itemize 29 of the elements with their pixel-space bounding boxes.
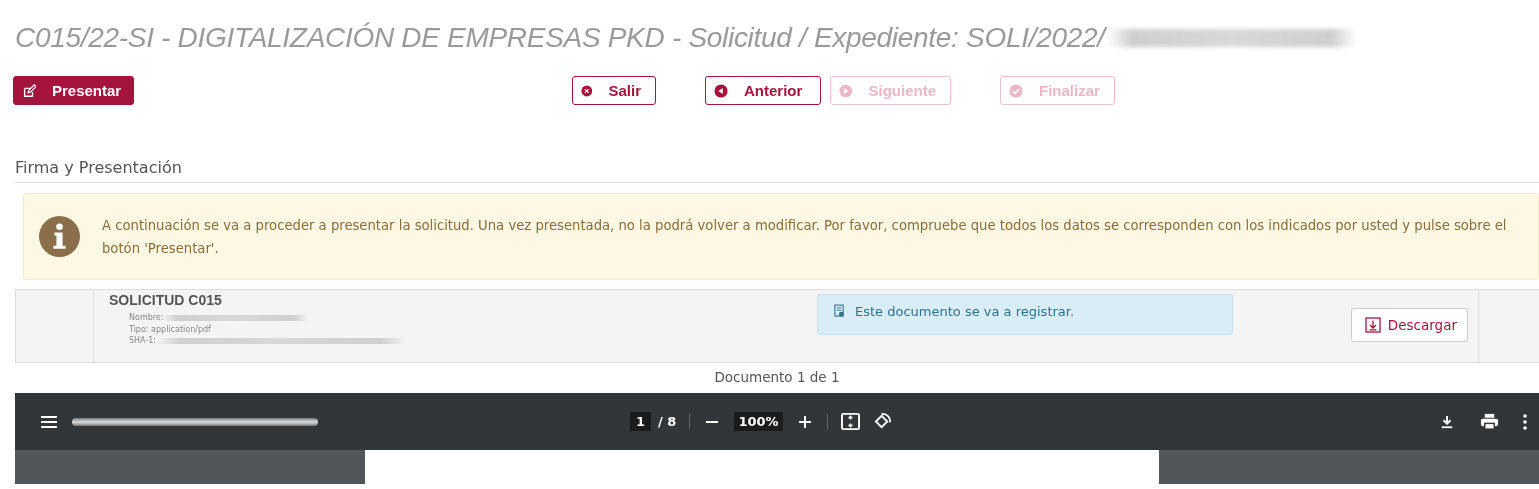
field-label: Nombre: xyxy=(129,312,164,324)
info-icon xyxy=(39,216,80,257)
download-icon xyxy=(1364,317,1381,333)
certificate-icon xyxy=(834,304,845,319)
page-number-field[interactable]: 1 xyxy=(630,412,652,431)
field-label: Tipo: application/pdf xyxy=(129,323,211,335)
close-icon xyxy=(581,83,593,98)
notice-text: Este documento se va a registrar. xyxy=(855,304,1075,319)
zoom-field[interactable]: 100% xyxy=(734,412,783,431)
exit-button[interactable]: Salir xyxy=(572,76,656,105)
alert-message: A continuación se va a proceder a presentar la solicitud. Una vez presentada, no la podrá volver a modificar. Por favor, compruebe que todos los datos se corresponden con los indicados por usted y pulse sobre el botón 'Presentar'. xyxy=(102,216,1508,258)
submit-button[interactable]: Presentar xyxy=(13,76,134,105)
download-button[interactable]: Descargar xyxy=(1350,308,1468,342)
field-label: SHA-1: xyxy=(129,335,157,347)
previous-button[interactable]: Anterior xyxy=(705,76,821,105)
print-icon[interactable] xyxy=(1480,412,1499,431)
more-options-icon[interactable] xyxy=(1523,413,1527,430)
document-title: SOLICITUD C015 xyxy=(109,292,223,308)
menu-icon[interactable] xyxy=(40,414,58,429)
previous-icon xyxy=(714,83,728,98)
fit-page-icon[interactable] xyxy=(840,412,860,431)
edit-icon xyxy=(22,83,36,98)
rotate-icon[interactable] xyxy=(872,412,892,431)
page-total: / 8 xyxy=(658,414,677,429)
section-heading: Firma y Presentación xyxy=(15,158,182,177)
document-counter: Documento 1 de 1 xyxy=(714,369,840,385)
next-icon xyxy=(839,83,853,98)
check-icon xyxy=(1009,83,1023,98)
page-title: C015/22-SI - DIGITALIZACIÓN DE EMPRESAS PKD - Solicitud / Expediente: SOLI/2022/ xyxy=(15,0,1539,58)
